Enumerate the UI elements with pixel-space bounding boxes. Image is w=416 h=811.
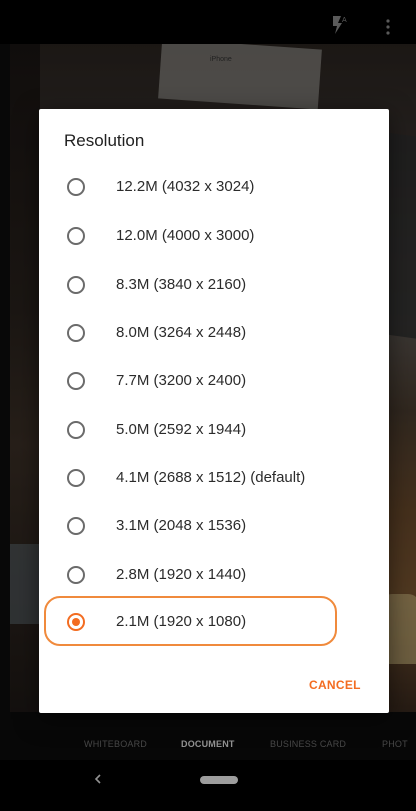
radio-button[interactable]	[67, 276, 85, 294]
resolution-option-2-8m[interactable]: 2.8M (1920 x 1440)	[39, 551, 389, 599]
radio-button[interactable]	[67, 469, 85, 487]
resolution-option-8-0m[interactable]: 8.0M (3264 x 2448)	[39, 309, 389, 357]
resolution-option-7-7m[interactable]: 7.7M (3200 x 2400)	[39, 357, 389, 405]
radio-button[interactable]	[67, 372, 85, 390]
resolution-option-8-3m[interactable]: 8.3M (3840 x 2160)	[39, 261, 389, 309]
resolution-option-12-2m[interactable]: 12.2M (4032 x 3024)	[39, 163, 389, 211]
radio-button[interactable]	[67, 227, 85, 245]
option-label: 7.7M (3200 x 2400)	[116, 372, 247, 389]
radio-button[interactable]	[67, 178, 85, 196]
option-label: 4.1M (2688 x 1512) (default)	[116, 469, 306, 486]
option-label: 12.2M (4032 x 3024)	[116, 178, 255, 195]
resolution-option-3-1m[interactable]: 3.1M (2048 x 1536)	[39, 502, 389, 550]
radio-button[interactable]	[67, 517, 85, 535]
option-label: 2.1M (1920 x 1080)	[116, 613, 247, 630]
option-label: 12.0M (4000 x 3000)	[116, 227, 255, 244]
resolution-option-2-1m[interactable]: 2.1M (1920 x 1080)	[39, 598, 389, 646]
option-label: 2.8M (1920 x 1440)	[116, 566, 247, 583]
resolution-option-5-0m[interactable]: 5.0M (2592 x 1944)	[39, 406, 389, 454]
option-label: 8.0M (3264 x 2448)	[116, 324, 247, 341]
radio-button[interactable]	[67, 421, 85, 439]
option-label: 8.3M (3840 x 2160)	[116, 276, 247, 293]
resolution-option-4-1m[interactable]: 4.1M (2688 x 1512) (default)	[39, 454, 389, 502]
radio-button[interactable]	[67, 566, 85, 584]
resolution-dialog: Resolution 12.2M (4032 x 3024) 12.0M (40…	[39, 109, 389, 713]
option-label: 5.0M (2592 x 1944)	[116, 421, 247, 438]
cancel-button[interactable]: CANCEL	[309, 678, 361, 692]
option-label: 3.1M (2048 x 1536)	[116, 517, 247, 534]
dialog-title: Resolution	[64, 131, 145, 150]
camera-screen: A iPhone WHITEBOARD DOCUMENT BUSINESS CA…	[0, 0, 416, 811]
radio-button[interactable]	[67, 324, 85, 342]
resolution-option-12-0m[interactable]: 12.0M (4000 x 3000)	[39, 212, 389, 260]
radio-button-selected[interactable]	[67, 613, 85, 631]
